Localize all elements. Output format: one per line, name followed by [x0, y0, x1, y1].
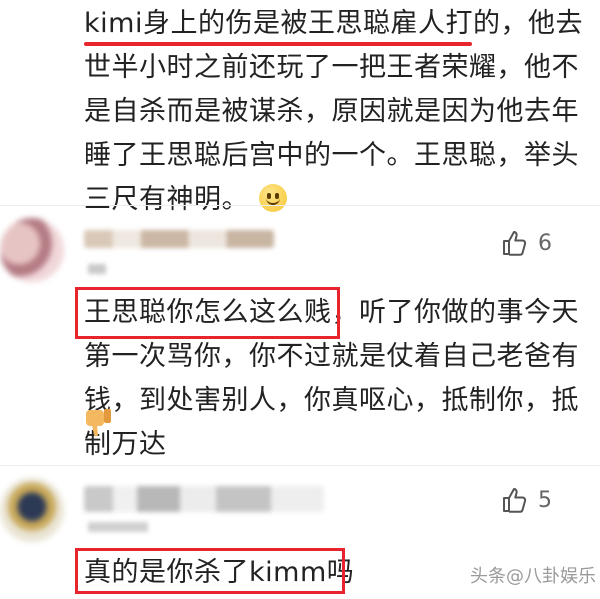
comment-divider: [0, 205, 600, 206]
watermark-prefix: 头条: [470, 566, 506, 587]
watermark-handle: @八卦娱乐: [506, 566, 596, 587]
like-count: 6: [538, 230, 552, 256]
user-meta-blurred: [88, 264, 106, 274]
thumbs-down-emoji-icon: [86, 409, 111, 437]
username-blurred[interactable]: [84, 230, 274, 248]
like-button[interactable]: 6: [500, 228, 552, 258]
comment-divider: [0, 465, 600, 466]
comment-1-body: kimi身上的伤是被王思聪雇人打的，他去世半小时之前还玩了一把王者荣耀，他不是自…: [84, 8, 583, 215]
red-box-highlight: [75, 287, 340, 339]
user-meta-blurred: [88, 522, 148, 532]
red-box-highlight: [75, 548, 345, 594]
thumbs-up-icon: [503, 488, 527, 513]
like-count: 5: [538, 487, 552, 513]
like-button[interactable]: 5: [500, 485, 552, 515]
red-underline-highlight: [84, 42, 472, 46]
watermark: 头条@八卦娱乐: [470, 562, 596, 588]
smile-emoji-icon: [259, 184, 287, 212]
thumbs-up-icon: [503, 231, 527, 256]
username-blurred[interactable]: [84, 486, 324, 512]
comment-1-text: kimi身上的伤是被王思聪雇人打的，他去世半小时之前还玩了一把王者荣耀，他不是自…: [84, 2, 594, 222]
avatar[interactable]: [0, 218, 64, 282]
avatar[interactable]: [0, 478, 64, 542]
